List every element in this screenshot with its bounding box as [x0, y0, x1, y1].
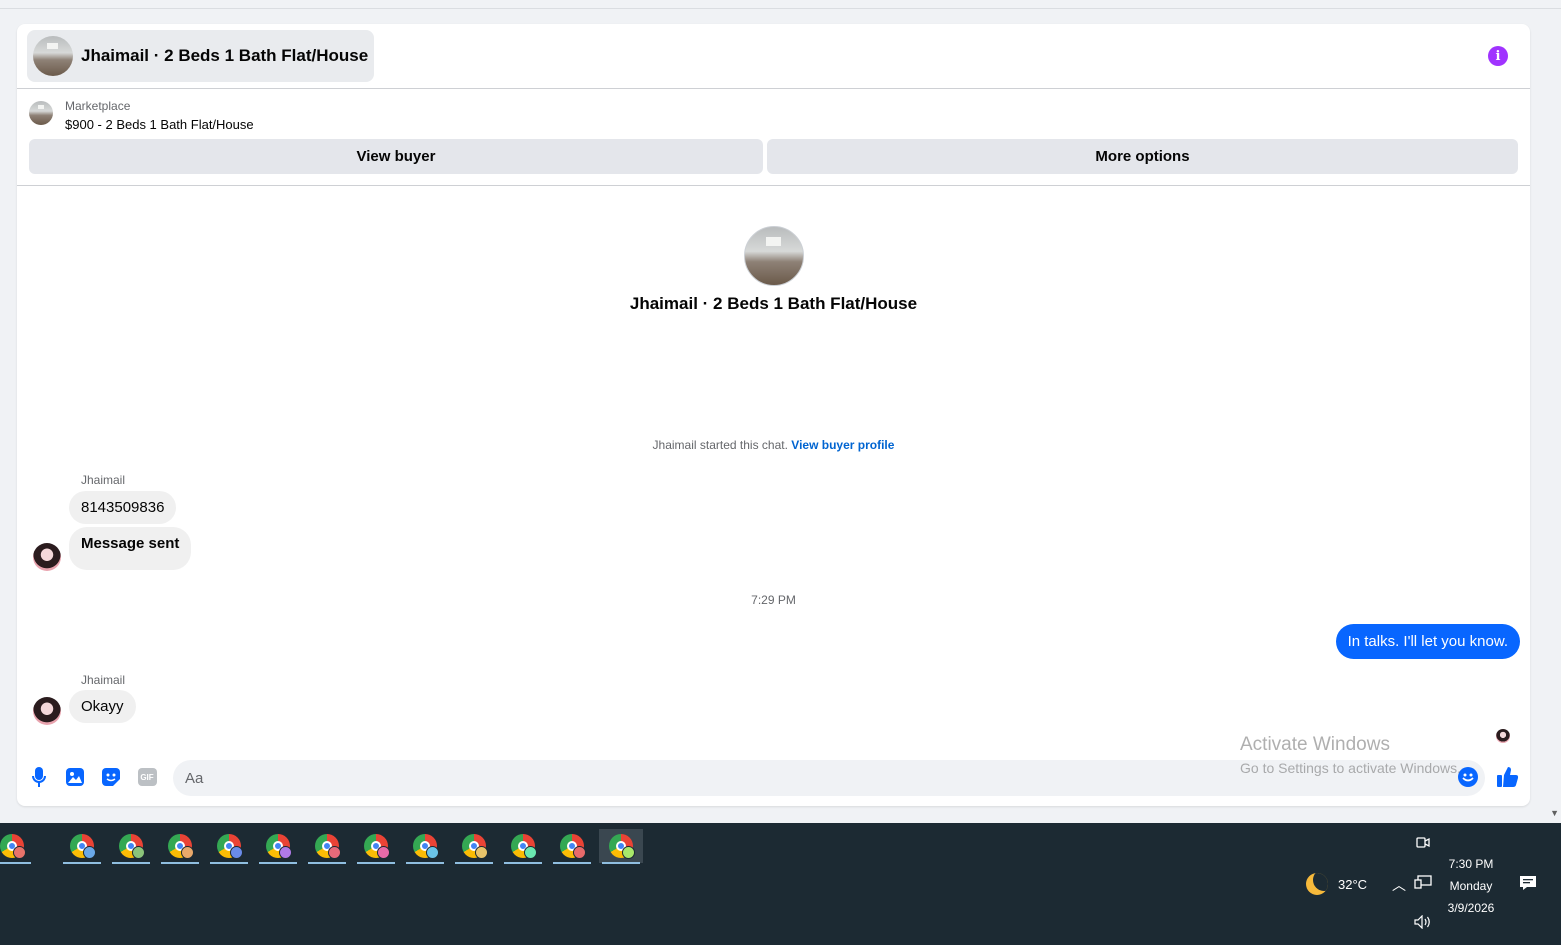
- profile-badge-icon: [573, 846, 586, 859]
- chrome-taskbar-button[interactable]: [256, 829, 300, 864]
- chrome-taskbar-button[interactable]: [305, 829, 349, 864]
- incoming-message[interactable]: 8143509836: [69, 491, 177, 524]
- running-indicator: [210, 862, 248, 864]
- running-indicator: [602, 862, 640, 864]
- conversation-title-button[interactable]: Jhaimail · 2 Beds 1 Bath Flat/House: [27, 30, 375, 82]
- profile-badge-icon: [83, 846, 96, 859]
- chrome-taskbar-button[interactable]: [550, 829, 594, 864]
- chat-started-text: Jhaimail started this chat.: [652, 438, 788, 452]
- chrome-taskbar-button[interactable]: [599, 829, 643, 864]
- profile-badge-icon: [475, 846, 488, 859]
- moon-icon: [1306, 873, 1328, 895]
- sender-name: Jhaimail: [81, 673, 126, 687]
- running-indicator: [161, 862, 199, 864]
- sticker-icon[interactable]: [100, 766, 122, 788]
- gif-icon[interactable]: GIF: [136, 766, 158, 788]
- profile-badge-icon: [279, 846, 292, 859]
- chrome-taskbar-button[interactable]: [452, 829, 496, 864]
- listing-avatar: [33, 36, 73, 76]
- volume-icon[interactable]: [1414, 914, 1432, 934]
- running-indicator: [308, 862, 346, 864]
- top-divider: [0, 8, 1561, 9]
- network-icon[interactable]: [1414, 875, 1432, 896]
- profile-badge-icon: [426, 846, 439, 859]
- running-indicator: [504, 862, 542, 864]
- sender-avatar[interactable]: [33, 697, 61, 725]
- listing-thumbnail: [29, 101, 53, 125]
- conversation-title: Jhaimail · 2 Beds 1 Bath Flat/House: [81, 46, 369, 65]
- photo-icon[interactable]: [64, 766, 86, 788]
- marketplace-bar: Marketplace $900 - 2 Beds 1 Bath Flat/Ho…: [17, 90, 1530, 186]
- chrome-taskbar-button[interactable]: [158, 829, 202, 864]
- message-timestamp: 7:29 PM: [751, 593, 796, 607]
- chrome-taskbar-button[interactable]: [501, 829, 545, 864]
- chat-started-notice: Jhaimail started this chat. View buyer p…: [17, 438, 1530, 452]
- running-indicator: [455, 862, 493, 864]
- emoji-icon[interactable]: [1457, 766, 1479, 788]
- outgoing-message[interactable]: In talks. I'll let you know.: [1335, 624, 1520, 659]
- running-indicator: [112, 862, 150, 864]
- marketplace-label: Marketplace: [65, 99, 131, 113]
- chat-panel: Jhaimail · 2 Beds 1 Bath Flat/House i Ma…: [17, 24, 1530, 806]
- chrome-taskbar-button[interactable]: [403, 829, 447, 864]
- profile-badge-icon: [328, 846, 341, 859]
- running-indicator: [406, 862, 444, 864]
- system-clock[interactable]: 7:30 PM Monday 3/9/2026: [1432, 853, 1510, 919]
- notifications-icon[interactable]: [1519, 875, 1537, 896]
- microphone-icon[interactable]: [28, 766, 50, 788]
- message-input[interactable]: [173, 760, 1485, 796]
- meet-now-icon[interactable]: [1416, 835, 1430, 854]
- running-indicator: [553, 862, 591, 864]
- incoming-message[interactable]: Message sent: [69, 527, 192, 570]
- gif-label: GIF: [137, 768, 157, 786]
- running-indicator: [357, 862, 395, 864]
- chrome-taskbar-button[interactable]: [60, 829, 104, 864]
- profile-badge-icon: [622, 846, 635, 859]
- info-icon[interactable]: i: [1488, 46, 1508, 66]
- chrome-taskbar-button[interactable]: [207, 829, 251, 864]
- profile-badge-icon: [524, 846, 537, 859]
- conversation-heading: Jhaimail · 2 Beds 1 Bath Flat/House: [629, 294, 918, 313]
- weather-widget[interactable]: 32°C: [1306, 873, 1367, 895]
- chrome-taskbar-button[interactable]: [109, 829, 153, 864]
- clock-date: 3/9/2026: [1447, 901, 1495, 915]
- scroll-down-arrow[interactable]: ▼: [1550, 808, 1559, 818]
- clock-day: Monday: [1449, 879, 1493, 893]
- seen-indicator-avatar: [1496, 729, 1510, 743]
- profile-badge-icon: [377, 846, 390, 859]
- chat-header: Jhaimail · 2 Beds 1 Bath Flat/House i: [17, 24, 1530, 89]
- profile-badge-icon: [230, 846, 243, 859]
- windows-taskbar: 32°C ︿ 7:30 PM Monday 3/9/2026: [0, 823, 1561, 945]
- thumbs-up-icon[interactable]: [1497, 766, 1519, 788]
- more-options-button[interactable]: More options: [767, 139, 1518, 174]
- profile-badge-icon: [13, 846, 26, 859]
- running-indicator: [0, 862, 31, 864]
- chrome-taskbar-button[interactable]: [0, 829, 34, 864]
- sender-avatar[interactable]: [33, 543, 61, 571]
- profile-badge-icon: [181, 846, 194, 859]
- running-indicator: [259, 862, 297, 864]
- view-buyer-profile-link[interactable]: View buyer profile: [791, 438, 894, 452]
- weather-temperature: 32°C: [1338, 876, 1368, 892]
- running-indicator: [63, 862, 101, 864]
- incoming-message[interactable]: Okayy: [69, 690, 136, 723]
- view-buyer-button[interactable]: View buyer: [29, 139, 763, 174]
- listing-summary: $900 - 2 Beds 1 Bath Flat/House: [65, 117, 254, 132]
- chrome-taskbar-button[interactable]: [354, 829, 398, 864]
- sender-name: Jhaimail: [81, 473, 126, 487]
- conversation-avatar: [744, 226, 804, 286]
- clock-time: 7:30 PM: [1448, 857, 1494, 871]
- show-hidden-icons-chevron-icon[interactable]: ︿: [1392, 875, 1406, 895]
- message-composer: GIF: [17, 752, 1530, 802]
- profile-badge-icon: [132, 846, 145, 859]
